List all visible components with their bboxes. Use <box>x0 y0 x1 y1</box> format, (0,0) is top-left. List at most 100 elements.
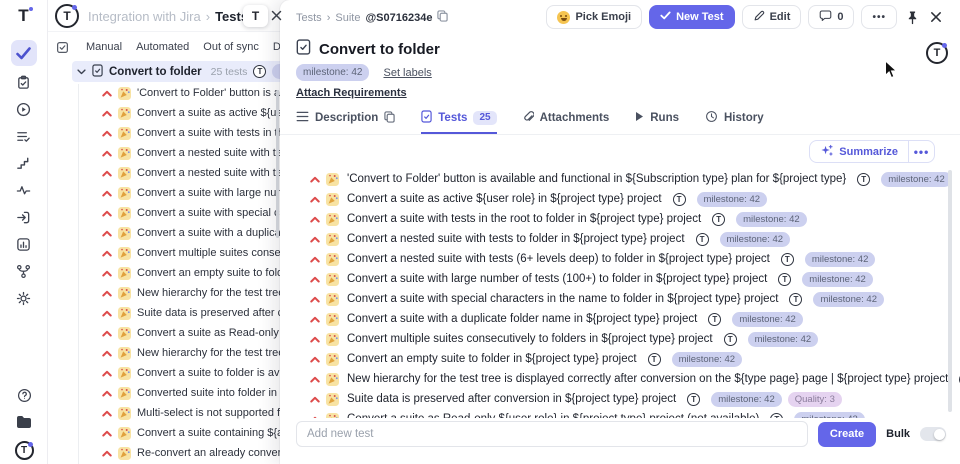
party-emoji-icon <box>118 166 131 180</box>
tree-close-icon[interactable] <box>271 8 282 26</box>
sidebar-item-import[interactable] <box>11 206 37 228</box>
create-button[interactable]: Create <box>817 421 877 447</box>
app-window: T T T Integration with Jira › Tests Manu… <box>0 0 960 464</box>
copy-icon[interactable] <box>437 10 449 25</box>
tree-test-item[interactable]: Re-convert an already converted suite <box>48 443 280 463</box>
tree-test-item[interactable]: Convert a suite containing ${attributes}… <box>48 423 280 443</box>
projects-folder-icon[interactable] <box>16 415 32 434</box>
breadcrumb-tests[interactable]: Tests <box>296 12 322 24</box>
tree-test-item[interactable]: Convert multiple suites consecutively to… <box>48 243 280 263</box>
test-row[interactable]: Convert an empty suite to folder in ${pr… <box>280 349 960 369</box>
tree-test-item[interactable]: Convert a suite to folder is available a… <box>48 363 280 383</box>
sidebar-item-activity[interactable] <box>11 179 37 201</box>
more-button[interactable]: ••• <box>861 5 897 29</box>
tree-test-item[interactable]: Convert a nested suite with tests to fol… <box>48 143 280 163</box>
app-logo[interactable]: T <box>18 6 34 26</box>
priority-high-icon <box>310 296 320 303</box>
test-row[interactable]: Convert a suite with a duplicate folder … <box>280 309 960 329</box>
select-tests-icon[interactable] <box>56 41 69 59</box>
sidebar-item-steps[interactable] <box>11 152 37 174</box>
attach-requirements-link[interactable]: Attach Requirements <box>296 87 407 99</box>
tab-description[interactable]: Description <box>296 108 395 134</box>
breadcrumb-project[interactable]: Integration with Jira <box>88 9 201 24</box>
copy-icon[interactable] <box>384 110 395 126</box>
tree-filter-tab[interactable]: Automated <box>136 41 189 53</box>
play-circle-icon <box>16 102 31 117</box>
test-row[interactable]: Convert a suite with tests in the root t… <box>280 209 960 229</box>
tests-count-badge: 25 <box>473 111 497 125</box>
close-icon[interactable] <box>928 11 944 23</box>
tree-filter-tab[interactable]: Detached <box>273 41 280 53</box>
sidebar-item-branches[interactable] <box>11 260 37 282</box>
doc-icon <box>296 39 311 59</box>
tree-test-item[interactable]: Convert a nested suite with tests (6+ le… <box>48 163 280 183</box>
tree-test-item[interactable]: Multi-select is not supported for 'Conve… <box>48 403 280 423</box>
tree-test-item[interactable]: New hierarchy for the test tree is displ… <box>48 283 280 303</box>
pick-emoji-button[interactable]: Pick Emoji <box>546 5 643 29</box>
suite-avatar[interactable]: T <box>926 42 948 64</box>
test-row[interactable]: Convert multiple suites consecutively to… <box>280 329 960 349</box>
test-row[interactable]: 'Convert to Folder' button is available … <box>280 169 960 189</box>
tree-test-item[interactable]: New hierarchy for the test tree is displ… <box>48 343 280 363</box>
project-avatar[interactable]: T <box>55 4 79 28</box>
add-test-input[interactable] <box>296 421 808 447</box>
project-logo[interactable]: T <box>14 441 34 460</box>
sidebar-item-plans[interactable] <box>11 71 37 93</box>
test-badge: milestone: 42 <box>732 311 803 327</box>
tree-test-title: Convert a suite with special characters … <box>137 207 280 219</box>
test-title: Convert a suite with a duplicate folder … <box>347 313 698 325</box>
sidebar-item-checklist[interactable] <box>11 125 37 147</box>
tree-test-item[interactable]: Convert an empty suite to folder in ${pr… <box>48 263 280 283</box>
tree-test-item[interactable]: Convert a suite with a duplicate folder … <box>48 223 280 243</box>
test-row[interactable]: Convert a nested suite with tests (6+ le… <box>280 249 960 269</box>
tree-filter-tab[interactable]: Out of sync <box>203 41 259 53</box>
priority-high-icon <box>310 396 320 403</box>
summarize-more-button[interactable]: ••• <box>908 141 934 162</box>
tree-test-item[interactable]: Convert a suite with large number of tes… <box>48 183 280 203</box>
comments-button[interactable]: 0 <box>808 5 855 29</box>
tree-test-item[interactable]: Convert a suite with tests in the root t… <box>48 123 280 143</box>
sidebar-item-settings[interactable] <box>11 287 37 309</box>
tree-test-item[interactable]: Suite data is preserved after conversion <box>48 303 280 323</box>
sidebar-item-analytics[interactable] <box>11 233 37 255</box>
detail-scrollbar[interactable] <box>948 170 952 412</box>
test-row[interactable]: Convert a suite with special characters … <box>280 289 960 309</box>
tree-test-item[interactable]: 'Convert to Folder' button is available … <box>48 83 280 103</box>
tree-filter-tab[interactable]: Manual <box>86 41 122 53</box>
tab-attachments[interactable]: Attachments <box>523 108 609 134</box>
milestone-badge[interactable]: milestone: 42 <box>296 64 370 81</box>
test-row[interactable]: Convert a suite with large number of tes… <box>280 269 960 289</box>
tree-test-item[interactable]: Convert a suite as active ${user role} i… <box>48 103 280 123</box>
summarize-button[interactable]: Summarize <box>810 141 908 162</box>
tree-scrollbar[interactable] <box>276 90 279 238</box>
tab-runs[interactable]: Runs <box>635 108 679 134</box>
new-test-button[interactable]: New Test <box>649 5 735 29</box>
test-row[interactable]: Suite data is preserved after conversion… <box>280 389 960 409</box>
test-row[interactable]: New hierarchy for the test tree is displ… <box>280 369 960 389</box>
test-row[interactable]: Convert a nested suite with tests to fol… <box>280 229 960 249</box>
test-badges: milestone: 42 <box>732 311 803 327</box>
tree-test-item[interactable]: Convert a suite as Read-only ${user role… <box>48 323 280 343</box>
edit-button[interactable]: Edit <box>741 5 802 29</box>
tab-history[interactable]: History <box>705 108 764 134</box>
chevron-down-icon[interactable] <box>77 66 86 78</box>
set-labels-link[interactable]: Set labels <box>383 67 431 79</box>
testomat-badge-icon: T <box>687 392 701 406</box>
sidebar-item-runs[interactable] <box>11 98 37 120</box>
sidebar-item-tests[interactable] <box>10 40 37 66</box>
pin-icon[interactable] <box>904 10 921 25</box>
help-icon[interactable] <box>17 388 32 408</box>
tree-suite-row[interactable]: Convert to folder 25 tests T milestone: … <box>72 61 280 82</box>
tree-test-item[interactable]: Converted suite into folder in branch is… <box>48 383 280 403</box>
suite-id: @S0716234e <box>365 11 433 24</box>
comment-bubble-icon <box>819 9 832 25</box>
suite-toolbar: Pick Emoji New Test Edit 0 ••• <box>546 5 944 29</box>
panel-drag-chip[interactable]: T <box>243 5 268 27</box>
party-emoji-icon <box>118 246 131 260</box>
bulk-toggle[interactable] <box>920 427 946 441</box>
test-row[interactable]: Convert a suite as active ${user role} i… <box>280 189 960 209</box>
test-badges: milestone: 42 <box>671 351 743 367</box>
priority-high-icon <box>310 176 320 183</box>
tab-tests[interactable]: Tests 25 <box>421 108 497 134</box>
tree-test-item[interactable]: Convert a suite with special characters … <box>48 203 280 223</box>
